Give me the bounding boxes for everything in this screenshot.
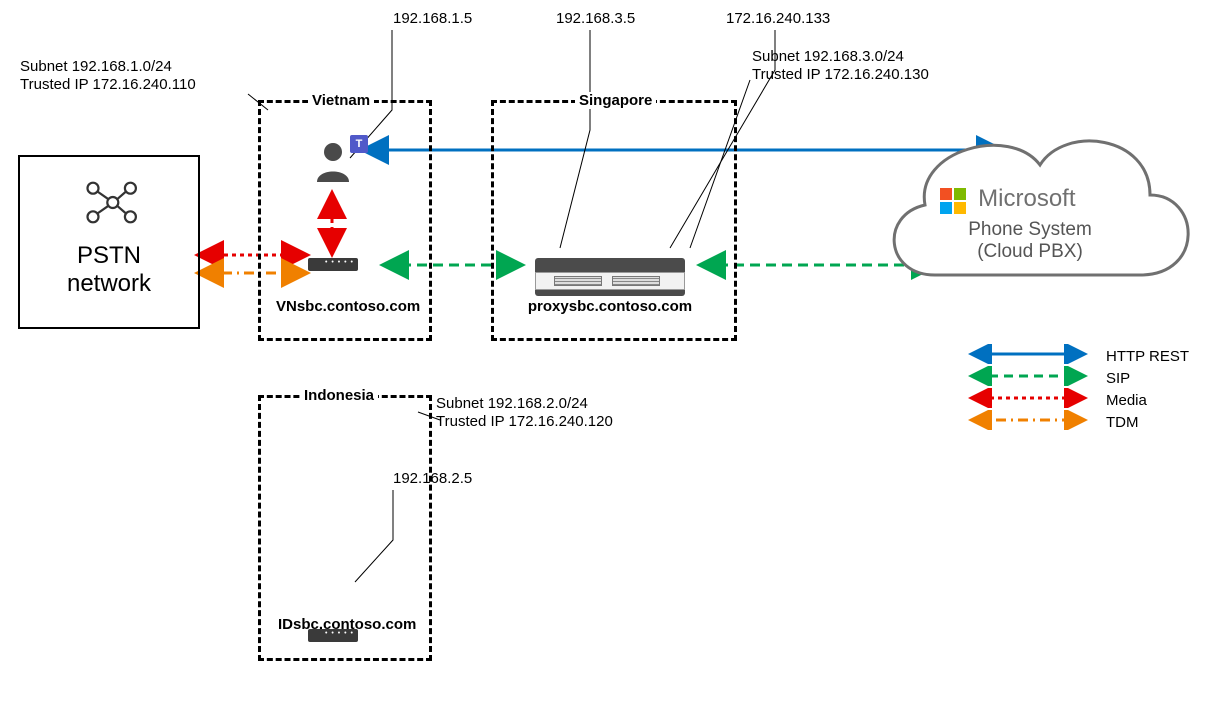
user-icon [315, 140, 351, 186]
pstn-network-icon [82, 175, 137, 234]
singapore-ip-internal: 192.168.3.5 [556, 10, 635, 27]
legend-arrow-tdm [968, 410, 1088, 434]
teams-icon: T [350, 135, 368, 153]
cloud-shape: Microsoft Phone System (Cloud PBX) [870, 95, 1200, 315]
legend-arrow-sip [968, 366, 1088, 390]
pstn-title-2: network [20, 270, 198, 298]
legend: HTTP REST SIP Media TDM [968, 345, 1208, 433]
microsoft-logo-icon [940, 188, 968, 216]
singapore-trusted-label: Trusted IP 172.16.240.130 [752, 66, 929, 83]
vietnam-subnet-label: Subnet 192.168.1.0/24 [20, 58, 172, 75]
cloud-line2: (Cloud PBX) [930, 241, 1130, 263]
legend-arrow-http [968, 344, 1088, 368]
legend-http-label: HTTP REST [1106, 348, 1208, 365]
singapore-subnet-label: Subnet 192.168.3.0/24 [752, 48, 904, 65]
cloud-line1: Phone System [930, 219, 1130, 241]
indonesia-trusted-label: Trusted IP 172.16.240.120 [436, 413, 613, 430]
cloud-brand: Microsoft [978, 185, 1075, 212]
pstn-network-box: PSTN network [18, 155, 200, 329]
vietnam-ip-label: 192.168.1.5 [393, 10, 472, 27]
vietnam-region-title: Vietnam [308, 92, 374, 109]
legend-arrow-media [968, 388, 1088, 412]
proxy-sbc-device [535, 258, 685, 296]
legend-sip-label: SIP [1106, 370, 1208, 387]
singapore-ip-external: 172.16.240.133 [726, 10, 830, 27]
indonesia-subnet-label: Subnet 192.168.2.0/24 [436, 395, 588, 412]
vn-sbc-device [308, 258, 358, 271]
legend-tdm-label: TDM [1106, 414, 1208, 431]
legend-media-label: Media [1106, 392, 1208, 409]
singapore-region-title: Singapore [575, 92, 656, 109]
id-sbc-label: IDsbc.contoso.com [278, 616, 416, 633]
pstn-title-1: PSTN [20, 242, 198, 270]
proxy-sbc-label: proxysbc.contoso.com [525, 298, 695, 315]
vietnam-trusted-label: Trusted IP 172.16.240.110 [20, 76, 196, 93]
vn-sbc-label: VNsbc.contoso.com [276, 298, 420, 315]
indonesia-region-title: Indonesia [300, 387, 378, 404]
